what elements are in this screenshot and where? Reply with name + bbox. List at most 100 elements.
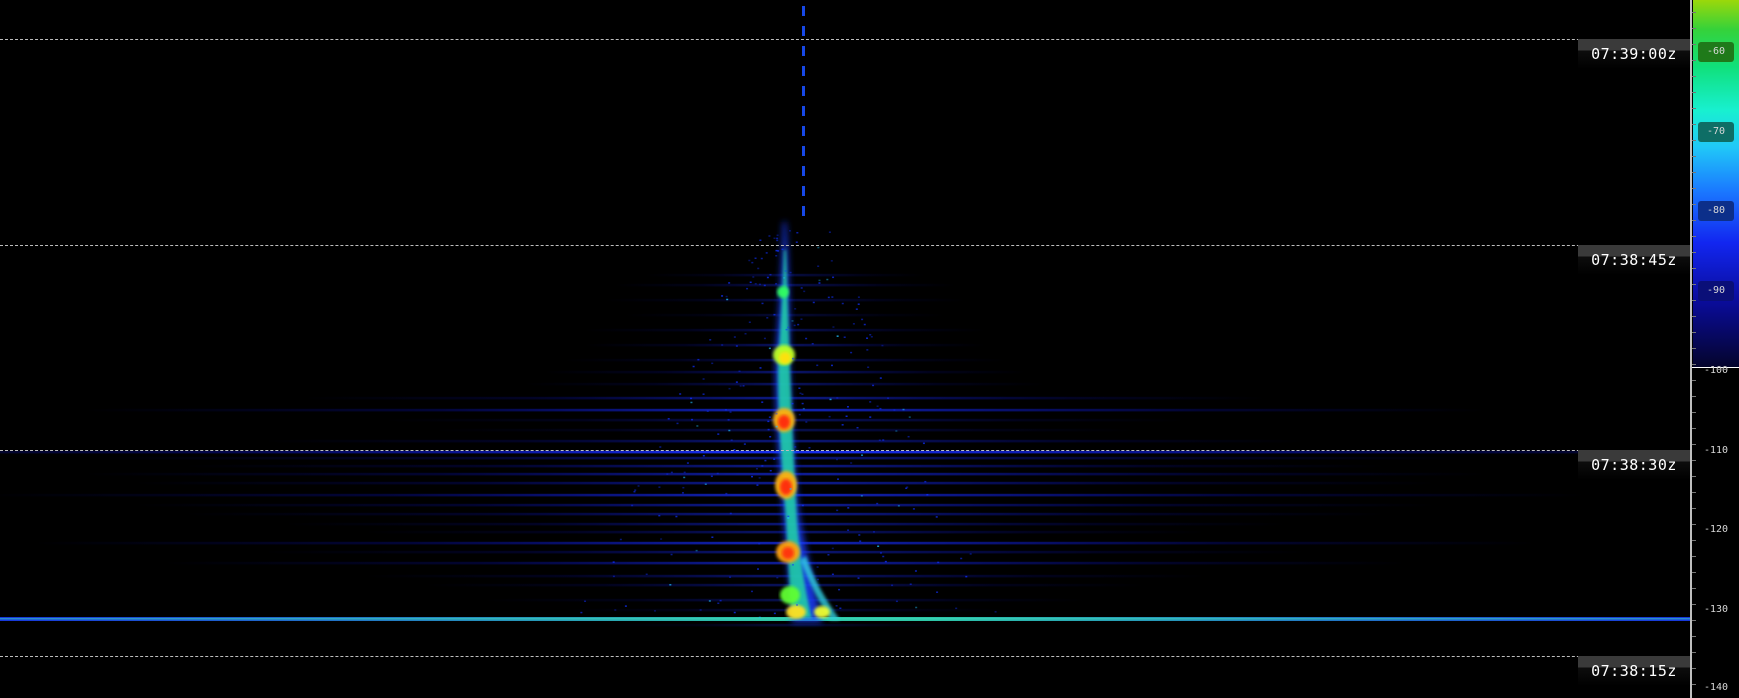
signal-speckle — [775, 249, 778, 252]
signal-hotspot — [786, 605, 806, 619]
signal-speckle — [768, 416, 771, 418]
signal-speckle — [935, 516, 938, 518]
signal-speckle — [683, 476, 686, 479]
signal-speckle — [866, 337, 869, 339]
scale-minor-tick — [1692, 300, 1696, 301]
signal-speckle — [955, 607, 958, 610]
time-gridline — [0, 656, 1690, 657]
signal-speckle — [870, 336, 873, 338]
signal-speckle — [729, 411, 732, 413]
signal-speckle — [800, 318, 803, 320]
scale-minor-tick — [1692, 108, 1696, 109]
signal-band — [565, 608, 1005, 612]
signal-speckle — [818, 282, 821, 284]
signal-speckle — [879, 552, 882, 554]
signal-speckle — [861, 454, 864, 456]
signal-speckle — [846, 406, 849, 408]
signal-speckle — [746, 287, 749, 290]
signal-speckle — [816, 364, 819, 367]
signal-speckle — [612, 575, 615, 578]
scale-minor-tick — [1692, 156, 1696, 157]
signal-speckle — [773, 612, 776, 615]
time-label: 07:38:30z — [1578, 450, 1690, 480]
signal-speckle — [675, 515, 678, 518]
signal-speckle — [766, 276, 769, 279]
signal-speckle — [738, 370, 741, 373]
signal-speckle — [717, 433, 720, 435]
signal-speckle — [827, 296, 830, 299]
signal-hotspot — [777, 286, 789, 298]
signal-speckle — [709, 339, 712, 341]
signal-speckle — [798, 413, 801, 416]
signal-speckle — [788, 230, 791, 232]
signal-speckle — [837, 478, 840, 480]
signal-speckle — [801, 504, 804, 507]
signal-speckle — [857, 296, 860, 298]
signal-speckle — [696, 425, 699, 427]
signal-speckle — [619, 538, 622, 541]
signal-speckle — [773, 313, 776, 316]
signal-speckle — [742, 385, 745, 387]
signal-speckle — [960, 557, 963, 560]
signal-speckle — [835, 458, 838, 461]
signal-speckle — [879, 377, 882, 379]
signal-speckle — [769, 435, 772, 438]
signal-speckle — [795, 241, 798, 243]
signal-speckle — [728, 429, 731, 432]
signal-speckle — [708, 600, 711, 602]
signal-speckle — [909, 583, 912, 585]
scale-minor-tick — [1692, 428, 1696, 429]
signal-speckle — [891, 584, 894, 587]
signal-speckle — [830, 260, 833, 262]
signal-speckle — [906, 486, 909, 488]
signal-speckle — [793, 324, 796, 327]
scale-minor-tick — [1692, 396, 1696, 397]
signal-speckle — [831, 296, 834, 298]
signal-speckle — [895, 430, 898, 432]
signal-speckle — [634, 489, 637, 491]
signal-hotspot — [814, 606, 830, 618]
signal-speckle — [683, 471, 686, 474]
carrier-dash — [802, 66, 805, 76]
signal-speckle — [666, 473, 669, 475]
scale-minor-tick — [1692, 620, 1696, 621]
scale-minor-tick — [1692, 172, 1696, 173]
signal-speckle — [857, 577, 860, 579]
signal-speckle — [827, 554, 830, 556]
scale-minor-tick — [1692, 60, 1696, 61]
signal-speckle — [784, 270, 787, 272]
signal-speckle — [841, 302, 844, 305]
signal-speckle — [887, 397, 890, 400]
waterfall-display[interactable]: 07:39:00z 07:38:45z 07:38:30z 07:38:15z — [0, 0, 1690, 698]
signal-speckle — [798, 387, 801, 389]
signal-speckle — [739, 385, 742, 387]
signal-speckle — [645, 573, 648, 576]
signal-speckle — [767, 420, 770, 423]
signal-band — [365, 574, 1205, 578]
time-gridline — [0, 39, 1690, 40]
scale-minor-tick — [1692, 28, 1696, 29]
signal-speckle — [717, 602, 720, 605]
signal-speckle — [775, 425, 778, 428]
signal-speckle — [735, 345, 738, 347]
signal-speckle — [730, 439, 733, 441]
scale-minor-tick — [1692, 204, 1696, 205]
signal-speckle — [660, 538, 663, 540]
signal-speckle — [764, 459, 767, 462]
signal-speckle — [729, 576, 732, 578]
scale-tick-label: -130 — [1703, 604, 1729, 615]
signal-speckle — [744, 332, 747, 335]
scale-minor-tick — [1692, 476, 1696, 477]
signal-speckle — [801, 402, 804, 405]
signal-speckle — [850, 462, 853, 464]
signal-speckle — [912, 508, 915, 510]
signal-speckle — [859, 540, 862, 542]
signal-speckle — [763, 284, 766, 287]
scale-minor-tick — [1692, 124, 1696, 125]
baseline-core — [0, 618, 1690, 620]
signal-speckle — [690, 397, 693, 400]
signal-speckle — [937, 561, 940, 564]
signal-speckle — [800, 287, 803, 289]
signal-speckle — [776, 576, 779, 579]
signal-speckle — [863, 323, 866, 326]
